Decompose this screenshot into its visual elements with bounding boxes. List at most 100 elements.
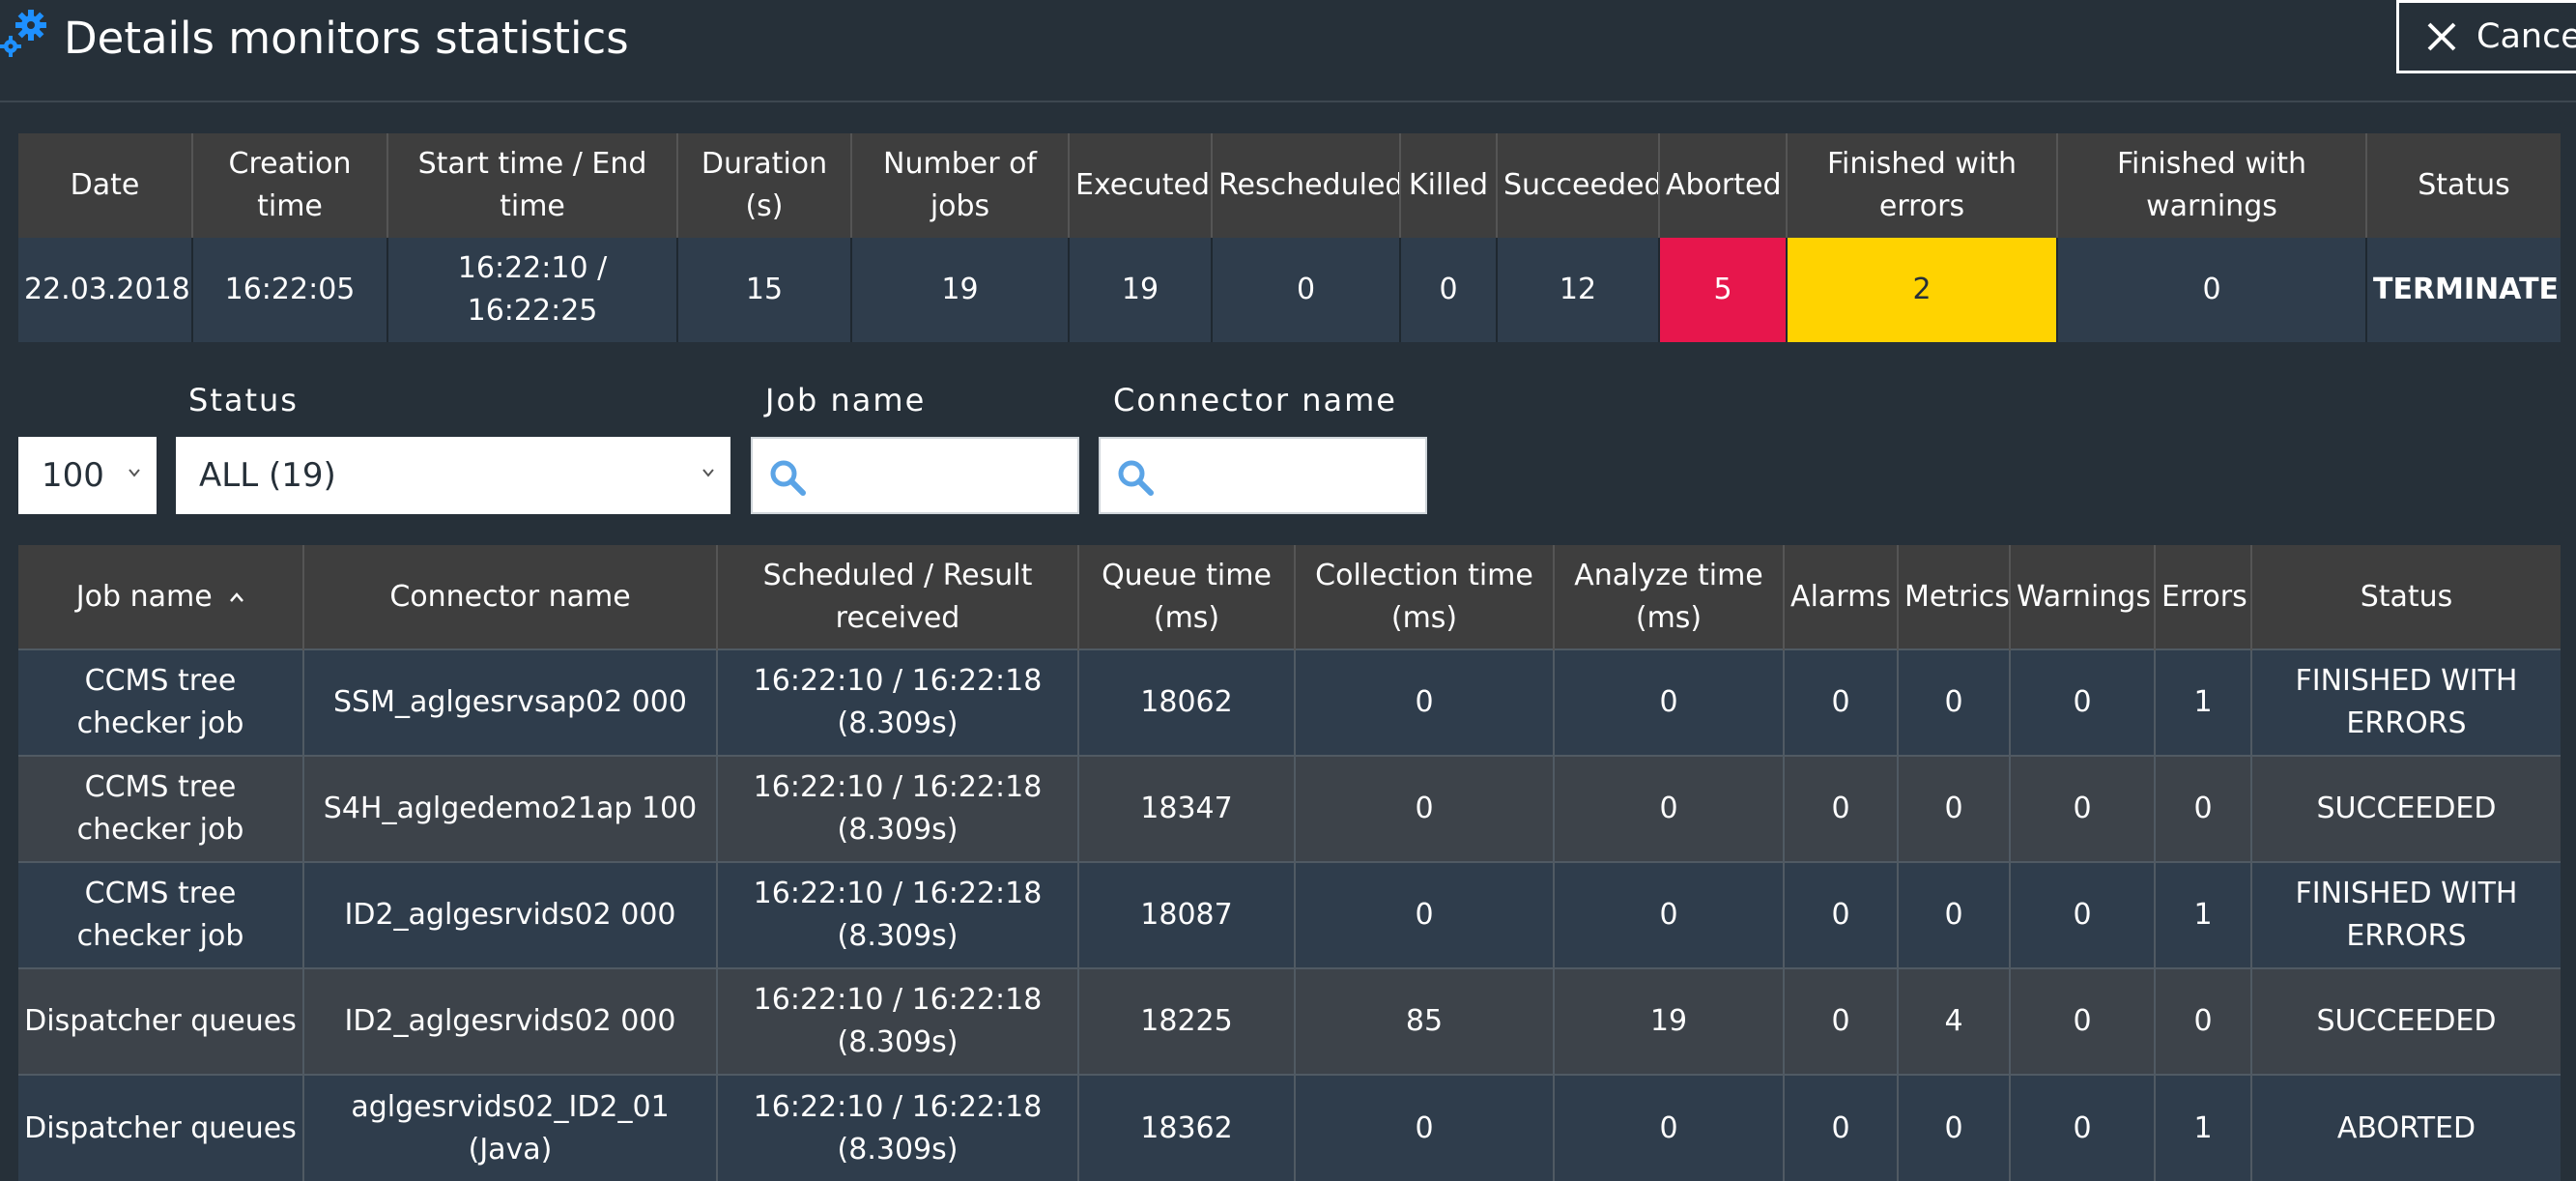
collection-time: 85 [1294,967,1554,1075]
warnings: 0 [2009,861,2155,968]
queue-time: 18362 [1077,1074,1295,1181]
page-size-value: 100 [42,456,104,495]
job-status: SUCCEEDED [2250,755,2561,862]
table-row[interactable]: Dispatcher queues ID2_aglgesrvids02 000 … [18,967,2561,1075]
job-name-search[interactable] [751,437,1079,514]
jobs-table: Job name Connector name Scheduled / Resu… [18,545,2561,1181]
queue-time: 18062 [1077,648,1295,756]
jobs-col-connector-name[interactable]: Connector name [302,545,717,649]
job-status: SUCCEEDED [2250,967,2561,1075]
job-name: CCMS tree checker job [18,755,303,862]
search-icon [770,460,806,496]
queue-time: 18225 [1077,967,1295,1075]
sort-ascending-icon [230,592,244,602]
summary-duration: 15 [676,238,851,342]
summary-number-of-jobs: 19 [850,238,1069,342]
summary-col-finished-with-warnings: Finished with warnings [2056,133,2366,238]
summary-start-end-time: 16:22:10 / 16:22:25 [386,238,677,342]
jobs-col-queue-time[interactable]: Queue time (ms) [1077,545,1295,649]
summary-col-start-end-time: Start time / End time [386,133,677,238]
cancel-label: Cancel [2476,17,2576,56]
title-bar: Details monitors statistics Cancel [0,0,2576,102]
summary-col-finished-with-errors: Finished with errors [1786,133,2057,238]
job-name-filter-label: Job name [765,382,927,418]
summary-killed: 0 [1399,238,1497,342]
summary-finished-with-warnings: 0 [2056,238,2366,342]
errors: 1 [2154,1074,2251,1181]
job-status: FINISHED WITH ERRORS [2250,648,2561,756]
jobs-col-analyze-time[interactable]: Analyze time (ms) [1553,545,1784,649]
job-status: ABORTED [2250,1074,2561,1181]
summary-col-executed: Executed [1068,133,1212,238]
jobs-col-metrics[interactable]: Metrics [1897,545,2010,649]
connector-name: SSM_aglgesrvsap02 000 [302,648,717,756]
cancel-button[interactable]: Cancel [2396,0,2576,73]
connector-name-input[interactable] [1168,450,1414,503]
jobs-col-errors[interactable]: Errors [2154,545,2251,649]
table-row[interactable]: Dispatcher queues aglgesrvids02_ID2_01 (… [18,1074,2561,1181]
metrics: 0 [1897,861,2010,968]
summary-col-date: Date [18,133,192,238]
jobs-col-warnings[interactable]: Warnings [2009,545,2155,649]
alarms: 0 [1783,861,1898,968]
jobs-col-alarms[interactable]: Alarms [1783,545,1898,649]
summary-aborted: 5 [1658,238,1787,342]
summary-col-killed: Killed [1399,133,1497,238]
metrics: 0 [1897,1074,2010,1181]
collection-time: 0 [1294,861,1554,968]
summary-rescheduled: 0 [1211,238,1400,342]
errors: 0 [2154,967,2251,1075]
summary-col-duration: Duration (s) [676,133,851,238]
warnings: 0 [2009,755,2155,862]
alarms: 0 [1783,967,1898,1075]
status-select[interactable]: ALL (19) [176,437,730,514]
connector-name: ID2_aglgesrvids02 000 [302,967,717,1075]
summary-col-rescheduled: Rescheduled [1211,133,1400,238]
alarms: 0 [1783,1074,1898,1181]
collection-time: 0 [1294,1074,1554,1181]
summary-table: Date Creation time Start time / End time… [18,133,2561,342]
jobs-col-collection-time[interactable]: Collection time (ms) [1294,545,1554,649]
scheduled-result: 16:22:10 / 16:22:18 (8.309s) [716,1074,1078,1181]
scheduled-result: 16:22:10 / 16:22:18 (8.309s) [716,755,1078,862]
job-name: CCMS tree checker job [18,861,303,968]
job-name-input[interactable] [820,450,1066,503]
collection-time: 0 [1294,755,1554,862]
table-row[interactable]: CCMS tree checker job S4H_aglgedemo21ap … [18,755,2561,862]
connector-name: ID2_aglgesrvids02 000 [302,861,717,968]
chevron-down-icon [702,469,714,477]
page-size-select[interactable]: 100 [18,437,157,514]
jobs-col-status[interactable]: Status [2250,545,2561,649]
errors: 1 [2154,861,2251,968]
job-status: FINISHED WITH ERRORS [2250,861,2561,968]
table-row[interactable]: CCMS tree checker job ID2_aglgesrvids02 … [18,861,2561,968]
status-select-value: ALL (19) [199,456,336,495]
table-row[interactable]: CCMS tree checker job SSM_aglgesrvsap02 … [18,648,2561,756]
summary-row: 22.03.2018 16:22:05 16:22:10 / 16:22:25 … [18,238,2561,342]
status-filter-label: Status [188,382,299,418]
queue-time: 18087 [1077,861,1295,968]
connector-name-search[interactable] [1099,437,1427,514]
metrics: 0 [1897,648,2010,756]
job-name: CCMS tree checker job [18,648,303,756]
summary-col-creation-time: Creation time [191,133,387,238]
jobs-col-job-name-label: Job name [75,579,213,614]
analyze-time: 0 [1553,648,1784,756]
queue-time: 18347 [1077,755,1295,862]
warnings: 0 [2009,648,2155,756]
jobs-col-job-name[interactable]: Job name [18,545,303,649]
jobs-col-scheduled-result[interactable]: Scheduled / Result received [716,545,1078,649]
alarms: 0 [1783,648,1898,756]
summary-status: TERMINATED [2365,238,2561,342]
summary-date: 22.03.2018 [18,238,192,342]
warnings: 0 [2009,967,2155,1075]
summary-header-row: Date Creation time Start time / End time… [18,133,2561,238]
analyze-time: 19 [1553,967,1784,1075]
summary-succeeded: 12 [1496,238,1659,342]
chevron-down-icon [129,469,140,477]
warnings: 0 [2009,1074,2155,1181]
analyze-time: 0 [1553,861,1784,968]
scheduled-result: 16:22:10 / 16:22:18 (8.309s) [716,861,1078,968]
metrics: 4 [1897,967,2010,1075]
connector-name: aglgesrvids02_ID2_01 (Java) [302,1074,717,1181]
